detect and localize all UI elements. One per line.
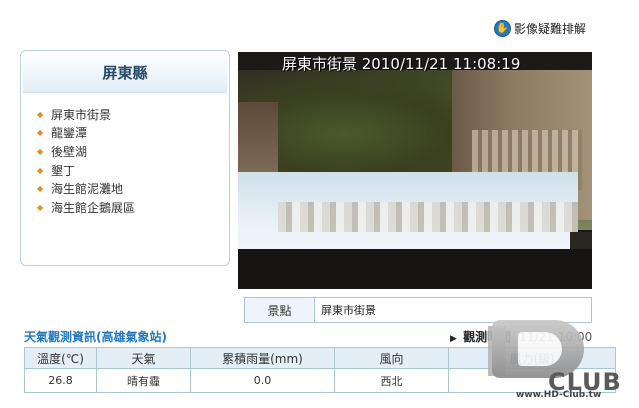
sidebar-item-pingtung-street[interactable]: ◆ 屏東市街景 xyxy=(37,105,229,124)
sidebar-header: 屏東縣 xyxy=(23,53,227,93)
weather-cell: 晴有霾 xyxy=(96,368,191,393)
sidebar-item-aquarium-mudflat[interactable]: ◆ 海生館泥灘地 xyxy=(37,179,229,198)
sidebar-item-label: 後壁湖 xyxy=(51,144,88,159)
weather-section-title: 天氣觀測資訊(高雄氣象站) xyxy=(24,330,167,344)
sidebar-item-aquarium-penguin[interactable]: ◆ 海生館企鵝展區 xyxy=(37,198,229,217)
place-label: 景點 xyxy=(245,298,315,322)
watermark-url: www.HD-Club.tw xyxy=(516,390,602,400)
sidebar-item-label: 墾丁 xyxy=(51,163,76,178)
sidebar-item-label: 龍鑾潭 xyxy=(51,126,88,141)
bullet-icon: ◆ xyxy=(37,165,44,175)
watermark-logo: CLUB www.HD-Club.tw xyxy=(488,318,636,404)
column-header: 累積雨量(mm) xyxy=(190,347,335,369)
bullet-icon: ◆ xyxy=(37,128,44,138)
sidebar-item-houbihu[interactable]: ◆ 後壁湖 xyxy=(37,142,229,161)
sidebar-title: 屏東縣 xyxy=(102,64,148,82)
camera-caption: 屏東市街景 2010/11/21 11:08:19 xyxy=(282,55,521,73)
wind-direction-cell: 西北 xyxy=(334,368,449,393)
column-header: 風向 xyxy=(334,347,449,369)
sidebar-item-label: 屏東市街景 xyxy=(51,107,112,122)
temperature-cell: 26.8 xyxy=(24,368,97,393)
sidebar-item-kenting[interactable]: ◆ 墾丁 xyxy=(37,161,229,180)
sidebar: 屏東縣 ◆ 屏東市街景 ◆ 龍鑾潭 ◆ 後壁湖 ◆ 墾丁 ◆ 海生館泥灘地 ◆ … xyxy=(20,50,230,266)
bullet-icon: ◆ xyxy=(37,109,44,119)
image-troubleshoot-link[interactable]: ✋ 影像疑難排解 xyxy=(494,20,586,37)
sidebar-item-label: 海生館企鵝展區 xyxy=(51,200,136,215)
camera-scene-bottom xyxy=(238,249,592,289)
help-link-label: 影像疑難排解 xyxy=(514,22,587,36)
column-header: 溫度(℃) xyxy=(24,347,97,369)
sidebar-item-label: 海生館泥灘地 xyxy=(51,182,124,197)
column-header: 天氣 xyxy=(96,347,191,369)
help-icon: ✋ xyxy=(494,20,511,37)
bullet-icon: ◆ xyxy=(37,184,44,194)
location-list: ◆ 屏東市街景 ◆ 龍鑾潭 ◆ 後壁湖 ◆ 墾丁 ◆ 海生館泥灘地 ◆ 海生館企… xyxy=(21,95,229,217)
bullet-icon: ◆ xyxy=(37,202,44,212)
bullet-icon: ◆ xyxy=(37,146,44,156)
rainfall-cell: 0.0 xyxy=(190,368,335,393)
camera-scene-city xyxy=(278,202,578,232)
live-camera-image: 屏東市街景 2010/11/21 11:08:19 xyxy=(238,52,592,289)
sidebar-item-longluan-lake[interactable]: ◆ 龍鑾潭 xyxy=(37,124,229,143)
arrow-right-icon: ▶ xyxy=(450,334,457,344)
watermark-d-inner xyxy=(518,332,562,366)
